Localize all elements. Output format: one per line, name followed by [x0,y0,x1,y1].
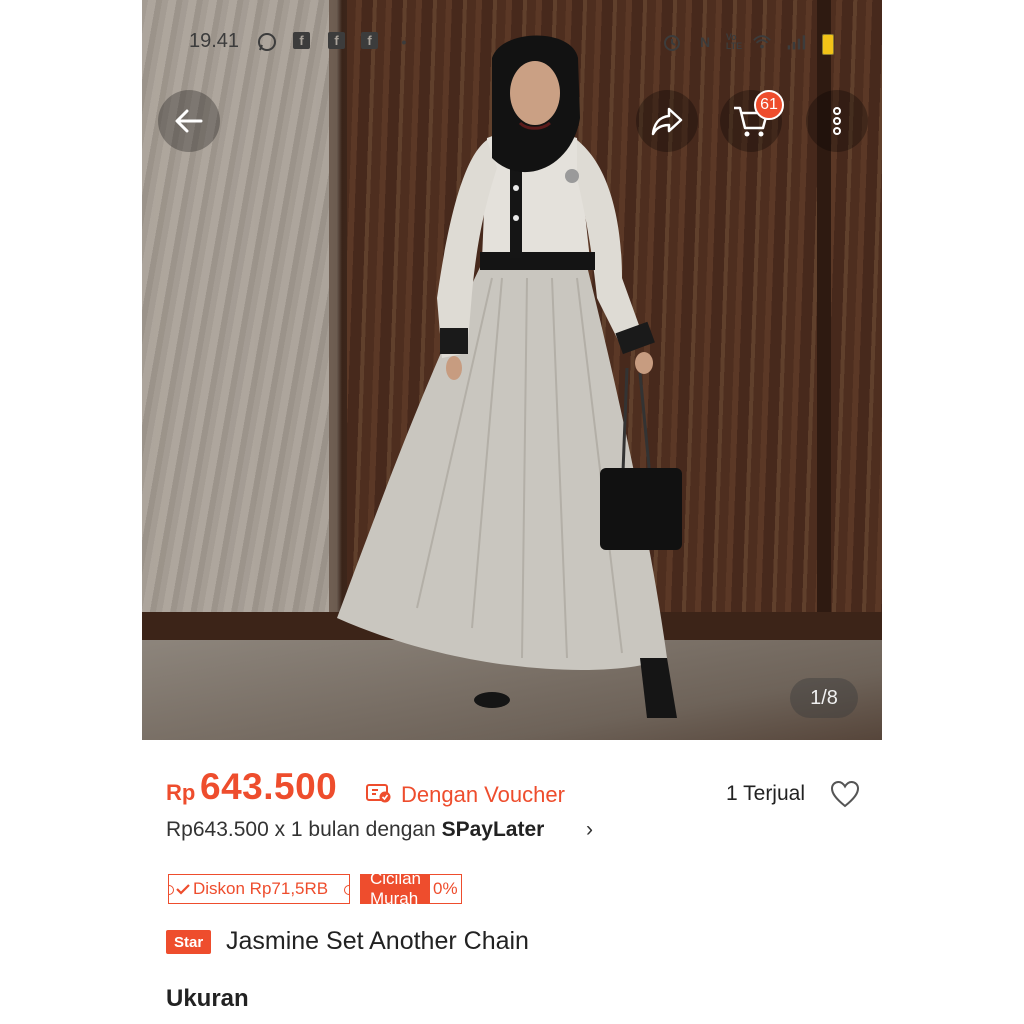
price-row: Rp 643.500 Dengan Voucher 1 Terjual [166,764,866,814]
product-page: 19.41 f f f • N Vo LTE 61 1/8 Rp 643.500… [142,0,882,1024]
paylater-brand: SPayLater [441,818,545,841]
discount-badge: Diskon Rp71,5RB [168,874,350,904]
more-vertical-icon [833,107,841,135]
back-button[interactable] [158,90,220,152]
more-button[interactable] [806,90,868,152]
dot-icon: • [401,34,407,50]
model-figure [337,35,682,718]
heart-icon[interactable] [830,780,860,808]
battery-icon [822,34,834,55]
price-currency: Rp [166,780,196,805]
status-bar: 19.41 f f f • N Vo LTE [142,26,882,60]
alarm-icon [662,32,682,52]
facebook-icon: f [328,32,345,49]
volte-icon: Vo LTE [725,32,743,51]
sold-count: 1 Terjual [726,782,805,805]
chevron-right-icon[interactable]: › [586,818,593,842]
product-title: Jasmine Set Another Chain [226,927,529,955]
voucher-icon [366,784,391,803]
wifi-icon [752,32,772,52]
price-value: 643.500 [200,766,338,807]
product-image[interactable]: 19.41 f f f • N Vo LTE 61 1/8 [142,0,882,740]
size-heading: Ukuran [166,985,249,1012]
installment-label: Cicilan Murah [361,869,431,908]
share-icon [651,107,683,136]
arrow-left-icon [175,109,203,133]
paylater-text: Rp643.500 x 1 bulan dengan [166,818,442,841]
voucher-label[interactable]: Dengan Voucher [401,782,565,808]
share-button[interactable] [636,90,698,152]
installment-badge: Cicilan Murah 0% [360,869,462,908]
discount-label: Diskon Rp71,5RB [193,879,329,898]
facebook-icon: f [293,32,310,49]
paylater-row[interactable]: Rp643.500 x 1 bulan dengan SPayLater [166,818,544,842]
whatsapp-icon [257,32,277,52]
star-seller-badge: Star [166,930,212,954]
image-page-counter: 1/8 [790,678,858,718]
nfc-icon: N [699,34,711,50]
status-time: 19.41 [189,30,240,52]
cart-count-badge: 61 [754,90,784,120]
installment-rate: 0% [430,875,461,903]
check-icon [176,884,190,895]
facebook-icon: f [361,32,378,49]
signal-icon [786,32,806,52]
